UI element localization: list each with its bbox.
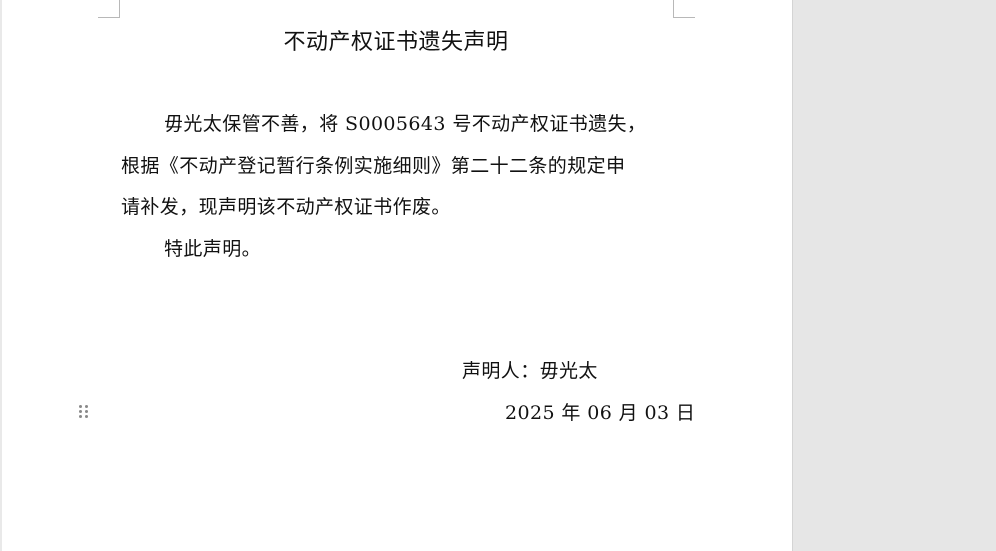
crop-mark-top-right	[673, 0, 695, 18]
document-title[interactable]: 不动产权证书遗失声明	[120, 24, 672, 56]
document-body[interactable]: 毋光太保管不善，将 S0005643 号不动产权证书遗失， 根据《不动产登记暂行…	[121, 104, 677, 270]
page-left-edge	[0, 0, 2, 551]
date-line[interactable]: 2025 年 06 月 03 日	[505, 398, 695, 425]
workspace-background	[793, 0, 996, 551]
drag-handle-icon[interactable]	[79, 405, 89, 421]
crop-mark-top-left	[98, 0, 120, 18]
paragraph-1-line-1[interactable]: 毋光太保管不善，将 S0005643 号不动产权证书遗失，	[121, 104, 677, 146]
paragraph-1-line-3[interactable]: 请补发，现声明该不动产权证书作废。	[121, 187, 677, 229]
drag-handle-dot	[79, 415, 82, 418]
drag-handle-dot	[85, 415, 88, 418]
paragraph-1-line-2[interactable]: 根据《不动产登记暂行条例实施细则》第二十二条的规定申	[121, 146, 677, 188]
drag-handle-dot	[79, 410, 82, 413]
signer-line[interactable]: 声明人：毋光太	[462, 356, 598, 383]
drag-handle-dot	[85, 405, 88, 408]
drag-handle-dot	[85, 410, 88, 413]
document-page: 不动产权证书遗失声明 毋光太保管不善，将 S0005643 号不动产权证书遗失，…	[0, 0, 793, 551]
paragraph-2[interactable]: 特此声明。	[121, 229, 677, 271]
drag-handle-dot	[79, 405, 82, 408]
